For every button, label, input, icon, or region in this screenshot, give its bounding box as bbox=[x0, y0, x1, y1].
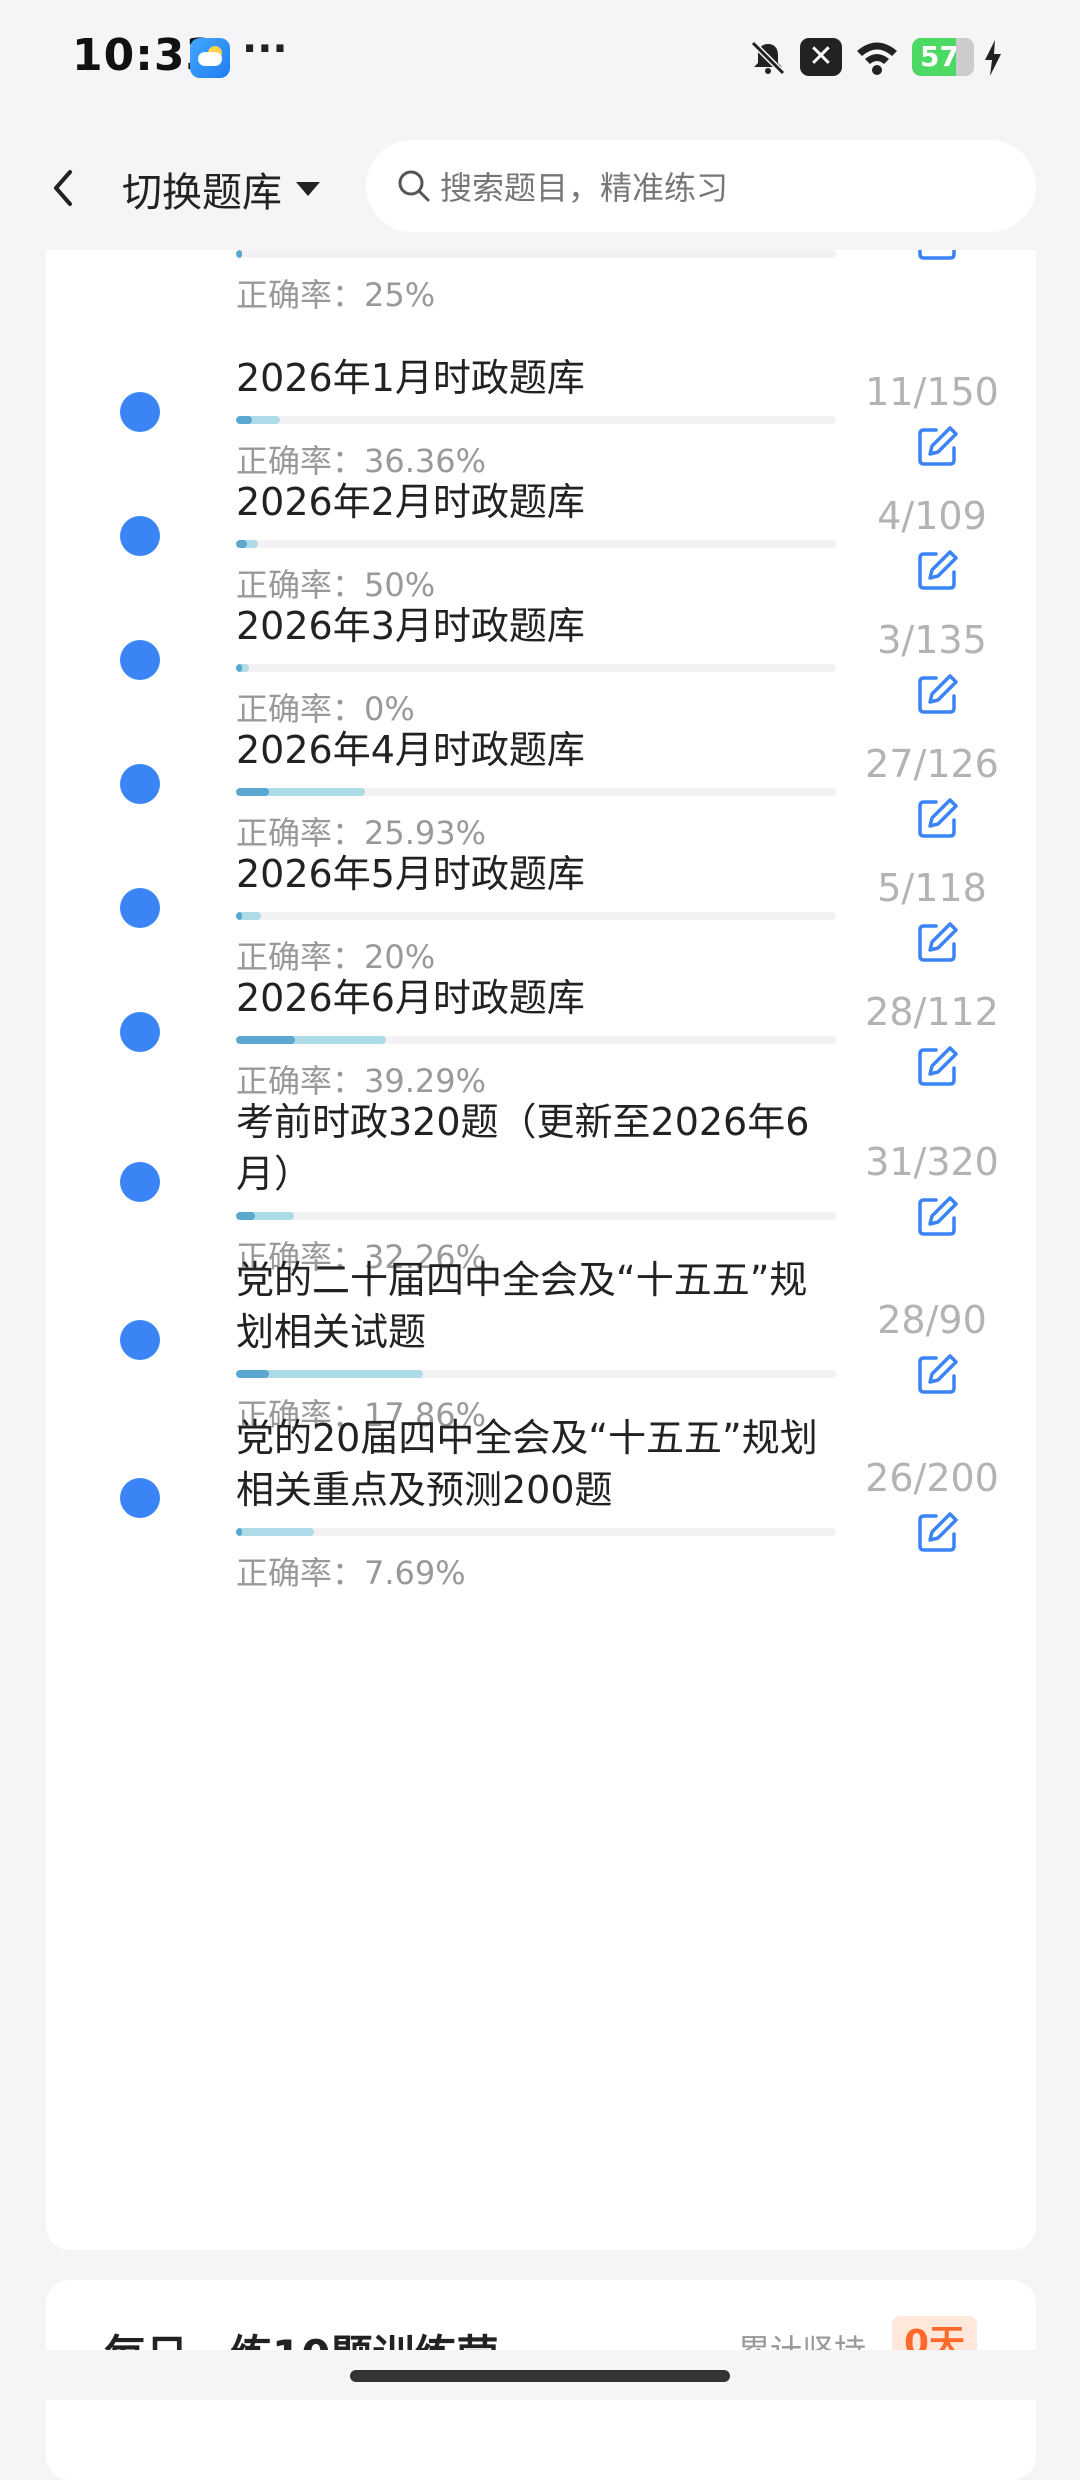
progress-track bbox=[236, 1036, 836, 1044]
weather-icon bbox=[190, 38, 230, 78]
edit-icon[interactable] bbox=[916, 672, 960, 716]
edit-icon[interactable] bbox=[916, 548, 960, 592]
progress-fill-done bbox=[236, 1528, 314, 1536]
wifi-icon bbox=[857, 42, 897, 75]
search-input[interactable]: 搜索题目，精准练习 bbox=[366, 140, 1036, 232]
progress-track bbox=[236, 1370, 836, 1378]
progress-track bbox=[236, 912, 836, 920]
progress-track bbox=[236, 1212, 836, 1220]
progress-count: 4/109 bbox=[877, 494, 987, 538]
progress-count: 26/200 bbox=[865, 1456, 999, 1500]
charging-icon bbox=[985, 40, 1001, 76]
progress-count: 28/90 bbox=[877, 1298, 987, 1342]
notification-x-icon: ✕ bbox=[800, 38, 842, 76]
switch-bank-label: 切换题库 bbox=[122, 170, 282, 216]
progress-track bbox=[236, 540, 836, 548]
question-bank-list-card: 正确率：25% 2026年1月时政题库 正确率：36.36% 11/150 2026年… bbox=[46, 220, 1036, 2250]
edit-icon[interactable] bbox=[916, 1194, 960, 1238]
status-dot bbox=[120, 640, 160, 680]
caret-down-icon bbox=[296, 182, 320, 196]
progress-count: 3/135 bbox=[877, 618, 987, 662]
progress-count: 11/150 bbox=[865, 370, 999, 414]
edit-icon[interactable] bbox=[916, 920, 960, 964]
progress-track bbox=[236, 788, 836, 796]
status-bar: 10:33 ··· ✕ 57 bbox=[0, 0, 1080, 120]
progress-fill-correct bbox=[236, 1370, 270, 1378]
search-icon bbox=[398, 170, 430, 202]
progress-track bbox=[236, 664, 836, 672]
item-title: 2026年4月时政题库 bbox=[236, 728, 585, 772]
progress-count: 5/118 bbox=[877, 866, 987, 910]
item-title: 2026年1月时政题库 bbox=[236, 356, 585, 400]
progress-count: 28/112 bbox=[865, 990, 999, 1034]
edit-icon[interactable] bbox=[916, 424, 960, 468]
edit-icon[interactable] bbox=[916, 1510, 960, 1554]
bell-muted-icon bbox=[750, 40, 786, 76]
item-title: 党的20届四中全会及“十五五”规划相关重点及预测200题 bbox=[236, 1416, 818, 1512]
progress-fill-correct bbox=[236, 1212, 255, 1220]
more-dots-icon: ··· bbox=[242, 26, 288, 72]
top-header: 切换题库 搜索题目，精准练习 bbox=[0, 120, 1080, 250]
progress-fill-correct bbox=[236, 1036, 295, 1044]
battery-icon: 57 bbox=[912, 38, 974, 76]
status-dot bbox=[120, 392, 160, 432]
item-title: 考前时政320题（更新至2026年6月） bbox=[236, 1100, 810, 1196]
progress-track bbox=[236, 1528, 836, 1536]
progress-fill-correct bbox=[236, 1528, 242, 1536]
progress-fill-correct bbox=[236, 664, 242, 672]
switch-bank-dropdown[interactable]: 切换题库 bbox=[122, 160, 322, 218]
accuracy-text: 正确率：7.69% bbox=[236, 1554, 466, 1592]
progress-fill-correct bbox=[236, 788, 270, 796]
item-title: 2026年5月时政题库 bbox=[236, 852, 585, 896]
progress-fill-correct bbox=[236, 912, 242, 920]
progress-fill-correct bbox=[236, 416, 252, 424]
status-dot bbox=[120, 1320, 160, 1360]
status-dot bbox=[120, 1162, 160, 1202]
edit-icon[interactable] bbox=[916, 1352, 960, 1396]
home-indicator[interactable] bbox=[350, 2370, 730, 2382]
progress-count: 31/320 bbox=[865, 1140, 999, 1184]
progress-track bbox=[236, 250, 836, 258]
item-title: 党的二十届四中全会及“十五五”规划相关试题 bbox=[236, 1258, 808, 1354]
accuracy-text: 正确率：25% bbox=[236, 276, 436, 314]
back-arrow-icon[interactable] bbox=[40, 158, 90, 218]
item-title: 2026年6月时政题库 bbox=[236, 976, 585, 1020]
progress-fill-correct bbox=[236, 540, 247, 548]
edit-icon[interactable] bbox=[916, 796, 960, 840]
status-dot bbox=[120, 1478, 160, 1518]
search-placeholder: 搜索题目，精准练习 bbox=[440, 169, 729, 207]
item-title: 2026年3月时政题库 bbox=[236, 604, 585, 648]
status-dot bbox=[120, 764, 160, 804]
progress-track bbox=[236, 416, 836, 424]
progress-count: 27/126 bbox=[865, 742, 999, 786]
status-dot bbox=[120, 888, 160, 928]
edit-icon[interactable] bbox=[916, 1044, 960, 1088]
status-dot bbox=[120, 516, 160, 556]
item-title: 2026年2月时政题库 bbox=[236, 480, 585, 524]
status-dot bbox=[120, 1012, 160, 1052]
